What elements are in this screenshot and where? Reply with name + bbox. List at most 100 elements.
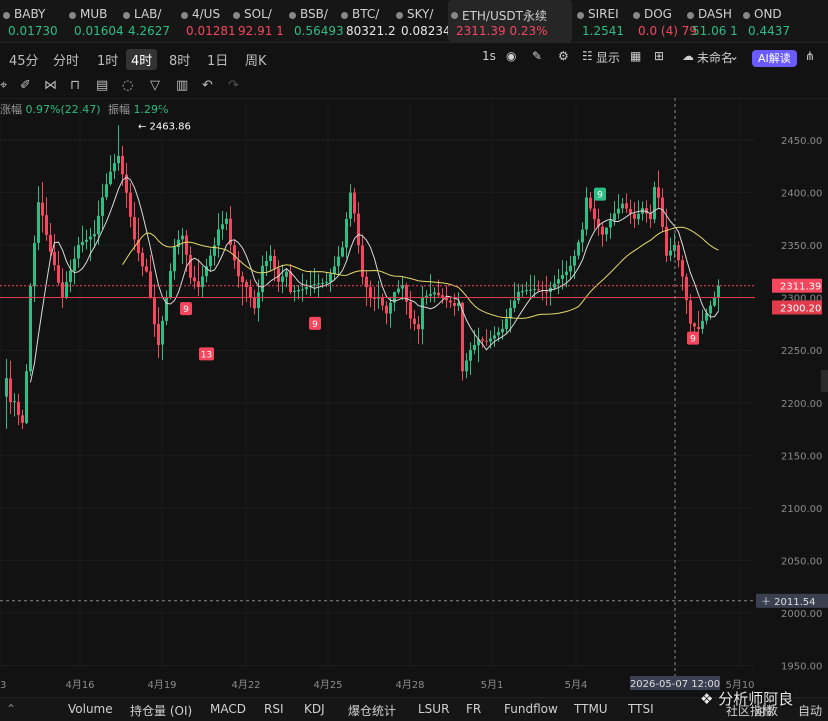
- candle-body: [53, 251, 56, 266]
- candle-body: [613, 213, 616, 221]
- candle-body: [317, 283, 320, 285]
- timeframe-0[interactable]: 45分: [4, 49, 44, 70]
- candle-body: [497, 332, 500, 336]
- y-tick-label: 2250.00: [781, 346, 822, 357]
- layout-name-select[interactable]: 未命名: [697, 49, 733, 66]
- candle-body: [433, 292, 436, 295]
- candle-body: [101, 197, 104, 216]
- candle-body: [501, 328, 504, 333]
- coin-icon: [341, 12, 348, 19]
- candle-body: [333, 266, 336, 274]
- grid-icon[interactable]: ⊞: [654, 49, 664, 63]
- timeframe-3[interactable]: 4时: [126, 49, 158, 70]
- camera-icon[interactable]: ◉: [506, 49, 516, 63]
- svg-text:＋ 2011.54: ＋ 2011.54: [761, 597, 816, 608]
- candle-body: [489, 338, 492, 342]
- y-tick-label: 2200.00: [781, 399, 822, 410]
- candle-body: [537, 289, 540, 291]
- auto-scale-toggle[interactable]: 自动: [798, 702, 822, 719]
- candle-body: [105, 184, 108, 198]
- ticker-0[interactable]: BABY 0.01730: [0, 0, 72, 42]
- ticker-price: 4.2627: [128, 24, 170, 38]
- ticker-name: MUB: [80, 7, 108, 21]
- layout-icon[interactable]: ▦: [630, 49, 641, 63]
- pencil-icon[interactable]: ✐: [20, 78, 31, 93]
- undo-icon[interactable]: ↶: [202, 78, 213, 93]
- timeframe-2[interactable]: 1时: [92, 49, 123, 70]
- share-icon[interactable]: ⋔: [805, 49, 815, 63]
- ticker-name: 4/US: [192, 7, 221, 21]
- candle-body: [33, 242, 36, 287]
- coin-icon: [181, 12, 188, 19]
- candlestick-chart[interactable]: 1950.00 2000.00 2050.00 2100.00 2150.00 2200.…: [0, 98, 828, 697]
- collapse-icon[interactable]: ⌃: [6, 702, 16, 716]
- candle-body: [65, 282, 68, 298]
- interval-select[interactable]: 1s: [482, 49, 496, 63]
- candle-body: [573, 255, 576, 266]
- lock-icon[interactable]: ⊓: [70, 78, 80, 93]
- indicator-tab-1[interactable]: 持仓量 (OI): [130, 702, 192, 719]
- note-icon[interactable]: ▤: [96, 78, 108, 93]
- candle-body: [577, 242, 580, 256]
- candle-body: [361, 245, 364, 277]
- candle-body: [169, 270, 172, 298]
- chevron-down-icon[interactable]: ⌄: [729, 49, 739, 63]
- candle-body: [109, 171, 112, 185]
- indicator-tab-0[interactable]: Volume: [68, 702, 113, 716]
- indicator-tab-3[interactable]: RSI: [264, 702, 284, 716]
- candle-body: [717, 285, 720, 298]
- magnet-icon[interactable]: ◌: [122, 78, 133, 93]
- ticker-price: 1.2541: [582, 24, 624, 38]
- candle-body: [13, 401, 16, 403]
- settings-sliders-icon[interactable]: ⚙: [558, 49, 569, 63]
- indicator-tab-5[interactable]: 爆仓统计: [348, 702, 396, 719]
- indicator-tab-2[interactable]: MACD: [210, 702, 246, 716]
- y-tick-label: 2000.00: [781, 609, 822, 620]
- candle-body: [249, 286, 252, 298]
- redo-icon[interactable]: ↷: [228, 78, 239, 93]
- trash-icon[interactable]: ▥: [176, 78, 188, 93]
- coin-icon: [743, 12, 750, 19]
- timeframe-4[interactable]: 8时: [164, 49, 195, 70]
- candle-body: [493, 335, 496, 339]
- timeframe-5[interactable]: 1日: [202, 49, 233, 70]
- y-tick-label: 2350.00: [781, 241, 822, 252]
- candle-body: [301, 289, 304, 291]
- ai-analysis-button[interactable]: AI解读: [752, 50, 797, 67]
- candle-body: [381, 297, 384, 306]
- ticker-8[interactable]: ETH/USDT永续 2311.39 0.23%: [448, 0, 572, 42]
- timeframe-6[interactable]: 周K: [240, 49, 272, 70]
- indicator-tab-7[interactable]: FR: [466, 702, 481, 716]
- candle-body: [325, 281, 328, 283]
- candle-body: [693, 323, 696, 327]
- indicator-tab-8[interactable]: Fundflow: [504, 702, 558, 716]
- filter-icon[interactable]: ▽: [150, 78, 160, 93]
- y-tick-label: 1950.00: [781, 661, 822, 672]
- coin-icon: [3, 12, 10, 19]
- ticker-name: DASH: [698, 7, 732, 21]
- candle-body: [245, 282, 248, 288]
- pattern-icon[interactable]: ⋈: [44, 78, 57, 93]
- indicator-tab-6[interactable]: LSUR: [418, 702, 449, 716]
- candle-body: [185, 235, 188, 255]
- candle-body: [413, 318, 416, 325]
- ticker-name: ETH/USDT永续: [462, 9, 547, 23]
- indicator-tab-10[interactable]: TTSI: [628, 702, 654, 716]
- cursor-icon[interactable]: ⌖: [0, 78, 7, 93]
- candle-body: [273, 256, 276, 269]
- alert-price-tag: 2300.20: [772, 300, 822, 315]
- ticker-12[interactable]: OND 0.4437: [740, 0, 812, 42]
- candle-body: [141, 252, 144, 267]
- candle-body: [149, 271, 152, 298]
- indicator-tab-9[interactable]: TTMU: [574, 702, 608, 716]
- scroll-handle[interactable]: [821, 370, 828, 392]
- x-tick-label: 5月1: [481, 679, 504, 691]
- edit-icon[interactable]: ✎: [532, 49, 542, 63]
- candle-body: [345, 219, 348, 248]
- ticker-name: SOL/: [244, 7, 272, 21]
- timeframe-1[interactable]: 分时: [48, 49, 84, 70]
- candle-body: [685, 276, 688, 301]
- display-button[interactable]: 显示: [596, 49, 620, 66]
- indicator-tab-4[interactable]: KDJ: [304, 702, 325, 716]
- candle-body: [505, 318, 508, 329]
